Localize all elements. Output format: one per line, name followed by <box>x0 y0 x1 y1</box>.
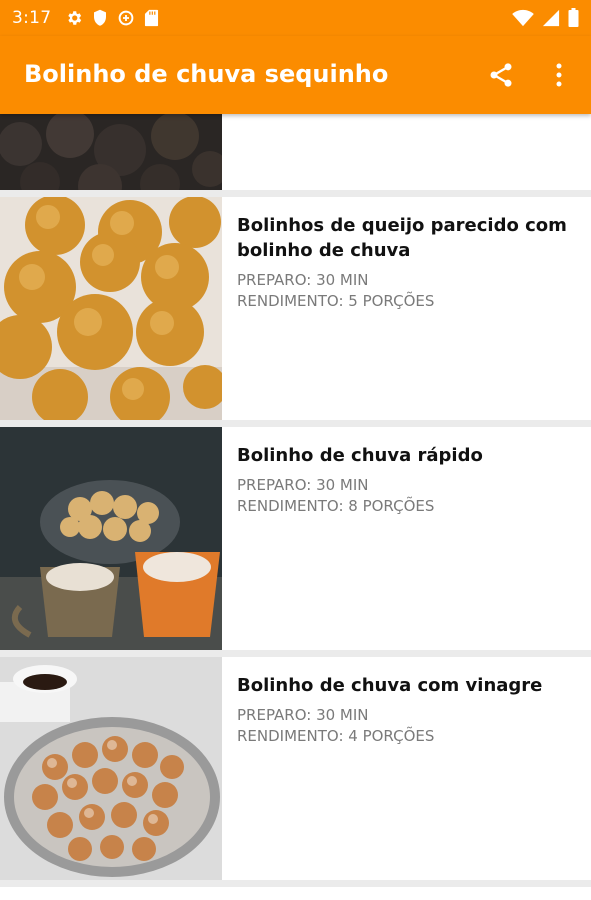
recipe-thumbnail <box>0 197 222 420</box>
recipe-thumbnail <box>0 427 222 650</box>
recipe-info: Bolinhos de queijo parecido com bolinho … <box>237 213 573 312</box>
recipe-title: Bolinhos de queijo parecido com bolinho … <box>237 215 567 261</box>
app-bar: Bolinho de chuva sequinho <box>0 36 591 114</box>
recipe-prep-time: PREPARO: 30 MIN <box>237 271 369 289</box>
cell-signal-icon <box>542 9 560 26</box>
recipe-info: Bolinho de chuva com vinagre PREPARO: 30… <box>237 673 573 747</box>
more-vert-icon[interactable] <box>549 61 569 89</box>
status-bar: 3:17 <box>0 0 591 36</box>
list-item[interactable]: Bolinhos de queijo parecido com bolinho … <box>0 197 591 420</box>
gear-icon <box>68 11 82 25</box>
battery-icon <box>568 8 579 27</box>
list-item[interactable]: Bolinho de chuva rápido PREPARO: 30 MIN … <box>0 427 591 650</box>
recipe-prep-time: PREPARO: 30 MIN <box>237 706 369 724</box>
recipe-title: Bolinho de chuva com vinagre <box>237 675 543 696</box>
wifi-icon <box>512 9 534 26</box>
recipe-list[interactable]: Bolinhos de queijo parecido com bolinho … <box>0 114 591 900</box>
recipe-yield: RENDIMENTO: 5 PORÇÕES <box>237 292 435 310</box>
list-item[interactable] <box>0 114 591 190</box>
recipe-yield: RENDIMENTO: 8 PORÇÕES <box>237 497 435 515</box>
list-item[interactable]: Bolinho de chuva com vinagre PREPARO: 30… <box>0 657 591 880</box>
clock: 3:17 <box>12 8 52 28</box>
page-title: Bolinho de chuva sequinho <box>24 60 389 88</box>
recipe-thumbnail <box>0 114 222 190</box>
recipe-info: Bolinho de chuva rápido PREPARO: 30 MIN … <box>237 443 573 517</box>
recipe-title: Bolinho de chuva rápido <box>237 445 483 466</box>
list-item[interactable] <box>0 887 591 900</box>
sd-card-icon <box>145 9 159 27</box>
recipe-thumbnail <box>0 657 222 880</box>
shield-icon <box>94 9 107 26</box>
share-icon[interactable] <box>487 61 515 89</box>
data-saver-icon <box>119 10 134 26</box>
recipe-yield: RENDIMENTO: 4 PORÇÕES <box>237 727 435 745</box>
recipe-prep-time: PREPARO: 30 MIN <box>237 476 369 494</box>
